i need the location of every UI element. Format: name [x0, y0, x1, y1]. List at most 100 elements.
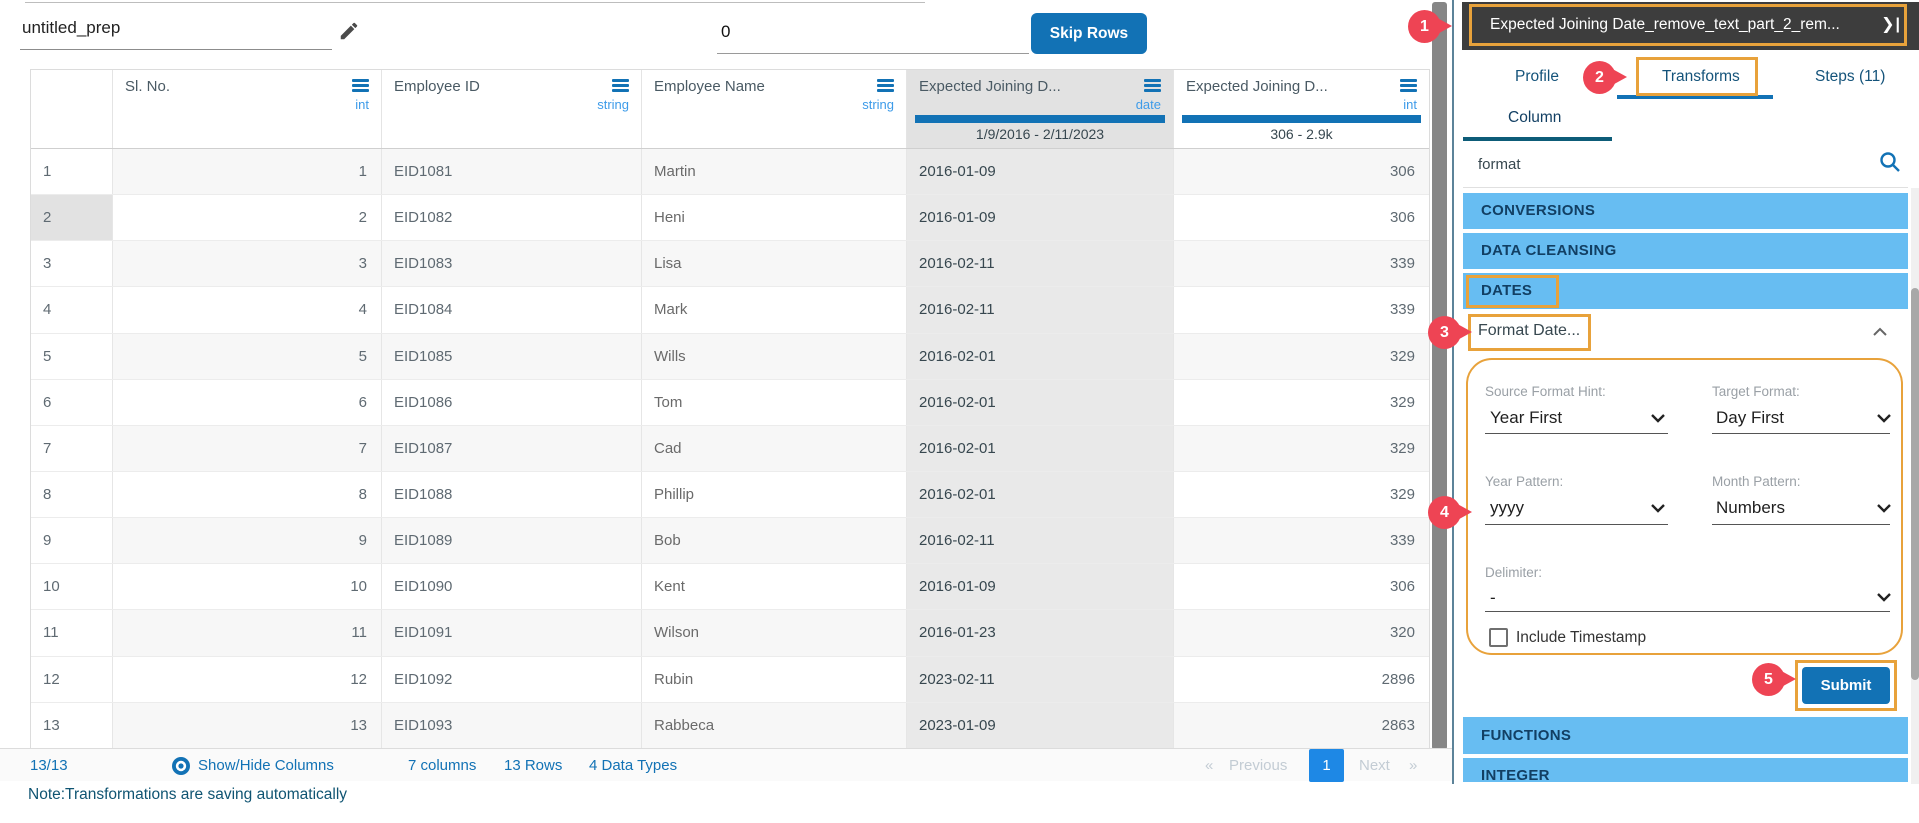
- cell-sl-no[interactable]: 12: [113, 656, 382, 702]
- tab-steps[interactable]: Steps (11): [1815, 68, 1885, 86]
- cell-row-number[interactable]: 3: [31, 241, 113, 287]
- cell-employee-id[interactable]: EID1088: [382, 471, 642, 518]
- column-menu-icon[interactable]: [1400, 79, 1417, 94]
- cell-row-number[interactable]: 2: [31, 195, 113, 241]
- cell-expected-joining-date[interactable]: 2016-02-01: [907, 379, 1174, 425]
- cell-expected-joining-int[interactable]: 329: [1174, 333, 1429, 379]
- collapse-panel-icon[interactable]: ❯|: [1881, 2, 1901, 50]
- cell-expected-joining-date[interactable]: 2016-02-01: [907, 333, 1174, 379]
- subtab-column[interactable]: Column: [1508, 109, 1561, 127]
- cell-expected-joining-int[interactable]: 329: [1174, 425, 1429, 471]
- cell-expected-joining-date[interactable]: 2016-02-01: [907, 425, 1174, 471]
- cell-employee-id[interactable]: EID1083: [382, 241, 642, 287]
- cell-row-number[interactable]: 7: [31, 425, 113, 471]
- search-icon[interactable]: [1878, 150, 1902, 174]
- cell-expected-joining-date[interactable]: 2016-01-09: [907, 564, 1174, 610]
- section-conversions[interactable]: CONVERSIONS: [1463, 193, 1908, 229]
- cell-expected-joining-int[interactable]: 2896: [1174, 656, 1429, 702]
- cell-sl-no[interactable]: 13: [113, 702, 382, 748]
- cell-employee-name[interactable]: Heni: [642, 195, 907, 241]
- section-integer[interactable]: INTEGER: [1463, 758, 1908, 782]
- cell-expected-joining-int[interactable]: 339: [1174, 241, 1429, 287]
- cell-expected-joining-int[interactable]: 2863: [1174, 702, 1429, 748]
- pagination-next[interactable]: Next: [1359, 749, 1390, 782]
- cell-row-number[interactable]: 6: [31, 379, 113, 425]
- source-format-hint-select[interactable]: Year First: [1490, 408, 1562, 428]
- cell-employee-name[interactable]: Kent: [642, 564, 907, 610]
- cell-sl-no[interactable]: 2: [113, 195, 382, 241]
- cell-row-number[interactable]: 9: [31, 518, 113, 564]
- cell-expected-joining-int[interactable]: 339: [1174, 287, 1429, 333]
- chevron-down-icon[interactable]: [1876, 503, 1892, 513]
- pagination-first[interactable]: «: [1205, 749, 1213, 782]
- transform-item-format-date[interactable]: Format Date...: [1463, 311, 1908, 355]
- cell-row-number[interactable]: 4: [31, 287, 113, 333]
- chevron-down-icon[interactable]: [1650, 413, 1666, 423]
- cell-employee-id[interactable]: EID1090: [382, 564, 642, 610]
- cell-row-number[interactable]: 8: [31, 471, 113, 518]
- cell-expected-joining-date[interactable]: 2016-01-09: [907, 195, 1174, 241]
- chevron-up-icon[interactable]: [1872, 327, 1888, 337]
- cell-employee-id[interactable]: EID1082: [382, 195, 642, 241]
- prep-name-input[interactable]: [20, 12, 332, 50]
- grid-header-employee-name[interactable]: Employee Name string: [642, 70, 907, 148]
- column-menu-icon[interactable]: [612, 79, 629, 94]
- cell-expected-joining-date[interactable]: 2016-02-01: [907, 471, 1174, 518]
- cell-sl-no[interactable]: 1: [113, 149, 382, 195]
- grid-header-expected-joining-int[interactable]: Expected Joining D... int 306 - 2.9k: [1174, 70, 1429, 148]
- cell-sl-no[interactable]: 8: [113, 471, 382, 518]
- cell-sl-no[interactable]: 7: [113, 425, 382, 471]
- cell-expected-joining-date[interactable]: 2016-02-11: [907, 287, 1174, 333]
- tab-profile[interactable]: Profile: [1515, 68, 1559, 86]
- pagination-last[interactable]: »: [1409, 749, 1417, 782]
- cell-employee-name[interactable]: Phillip: [642, 471, 907, 518]
- cell-employee-id[interactable]: EID1084: [382, 287, 642, 333]
- year-pattern-select[interactable]: yyyy: [1490, 498, 1524, 518]
- cell-employee-name[interactable]: Wilson: [642, 610, 907, 656]
- chevron-down-icon[interactable]: [1876, 413, 1892, 423]
- grid-header-employee-id[interactable]: Employee ID string: [382, 70, 642, 148]
- month-pattern-select[interactable]: Numbers: [1716, 498, 1785, 518]
- cell-employee-id[interactable]: EID1092: [382, 656, 642, 702]
- cell-sl-no[interactable]: 6: [113, 379, 382, 425]
- cell-employee-id[interactable]: EID1089: [382, 518, 642, 564]
- cell-expected-joining-int[interactable]: 339: [1174, 518, 1429, 564]
- chevron-down-icon[interactable]: [1876, 592, 1892, 602]
- grid-header-sl-no[interactable]: Sl. No. int: [113, 70, 382, 148]
- pagination-current-page[interactable]: 1: [1309, 749, 1344, 782]
- tab-transforms[interactable]: Transforms: [1662, 68, 1740, 86]
- cell-employee-id[interactable]: EID1093: [382, 702, 642, 748]
- cell-employee-name[interactable]: Tom: [642, 379, 907, 425]
- cell-expected-joining-int[interactable]: 306: [1174, 195, 1429, 241]
- eye-icon[interactable]: [171, 756, 191, 776]
- chevron-down-icon[interactable]: [1650, 503, 1666, 513]
- cell-sl-no[interactable]: 11: [113, 610, 382, 656]
- cell-expected-joining-date[interactable]: 2023-01-09: [907, 702, 1174, 748]
- cell-row-number[interactable]: 1: [31, 149, 113, 195]
- column-menu-icon[interactable]: [1144, 79, 1161, 94]
- cell-row-number[interactable]: 12: [31, 656, 113, 702]
- cell-expected-joining-date[interactable]: 2016-02-11: [907, 518, 1174, 564]
- cell-expected-joining-date[interactable]: 2023-02-11: [907, 656, 1174, 702]
- cell-employee-name[interactable]: Lisa: [642, 241, 907, 287]
- column-menu-icon[interactable]: [877, 79, 894, 94]
- cell-employee-name[interactable]: Martin: [642, 149, 907, 195]
- cell-employee-name[interactable]: Wills: [642, 333, 907, 379]
- cell-expected-joining-date[interactable]: 2016-01-09: [907, 149, 1174, 195]
- grid-header-expected-joining-date[interactable]: Expected Joining D... date 1/9/2016 - 2/…: [907, 70, 1174, 148]
- cell-employee-id[interactable]: EID1086: [382, 379, 642, 425]
- include-timestamp-checkbox[interactable]: [1489, 628, 1508, 647]
- section-functions[interactable]: FUNCTIONS: [1463, 717, 1908, 754]
- cell-employee-name[interactable]: Rabbeca: [642, 702, 907, 748]
- cell-sl-no[interactable]: 3: [113, 241, 382, 287]
- cell-sl-no[interactable]: 5: [113, 333, 382, 379]
- pagination-previous[interactable]: Previous: [1229, 749, 1287, 782]
- cell-row-number[interactable]: 5: [31, 333, 113, 379]
- cell-expected-joining-date[interactable]: 2016-02-11: [907, 241, 1174, 287]
- cell-expected-joining-int[interactable]: 306: [1174, 149, 1429, 195]
- section-data-cleansing[interactable]: DATA CLEANSING: [1463, 233, 1908, 269]
- cell-employee-id[interactable]: EID1085: [382, 333, 642, 379]
- transform-search-value[interactable]: format: [1478, 156, 1521, 173]
- cell-expected-joining-int[interactable]: 320: [1174, 610, 1429, 656]
- skip-rows-input[interactable]: [717, 16, 1029, 54]
